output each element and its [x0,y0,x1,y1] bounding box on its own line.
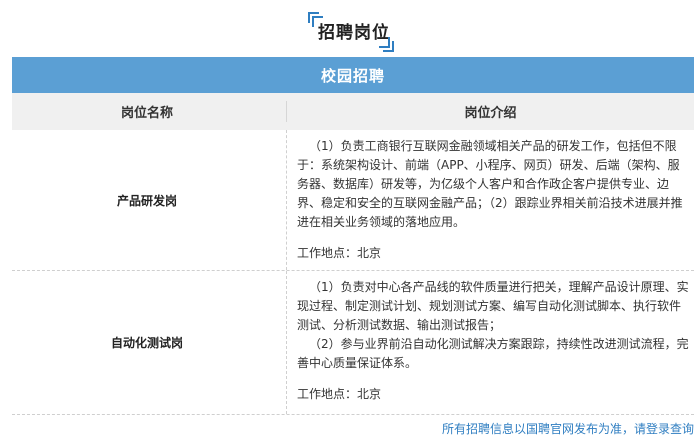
position-name: 产品研发岗 [116,193,177,208]
row-divider [12,414,694,415]
description-text: （1）负责工商银行互联网金融领域相关产品的研发工作，包括但不限于：系统架构设计、… [297,139,683,229]
column-header-position-name: 岗位名称 [120,106,173,121]
position-description: （1）负责对中心各产品线的软件质量进行把关，理解产品设计原理、实现过程、制定测试… [297,278,689,404]
column-divider [286,271,288,414]
column-header-position-intro: 岗位介绍 [464,106,517,121]
position-name: 自动化测试岗 [110,336,183,350]
section-banner: 校园招聘 [12,57,694,93]
page-title-block: 招聘岗位 [0,0,700,52]
work-location: 工作地点：北京 [297,387,382,401]
work-location: 工作地点：北京 [297,246,382,260]
table-header: 岗位名称 岗位介绍 [12,93,694,130]
table-row: 产品研发岗 （1）负责工商银行互联网金融领域相关产品的研发工作，包括但不限于：系… [12,130,694,270]
column-divider [286,130,288,270]
footer-note-link[interactable]: 所有招聘信息以国聘官网发布为准，请登录查询 [442,420,694,437]
title-bracket-decoration [383,41,394,52]
description-text: （2）参与业界前沿自动化测试解决方案跟踪，持续性改进测试流程，完善中心质量保证体… [297,337,689,370]
description-text: （1）负责对中心各产品线的软件质量进行把关，理解产品设计原理、实现过程、制定测试… [297,280,689,332]
position-description: （1）负责工商银行互联网金融领域相关产品的研发工作，包括但不限于：系统架构设计、… [297,137,689,263]
table-row: 自动化测试岗 （1）负责对中心各产品线的软件质量进行把关，理解产品设计原理、实现… [12,271,694,414]
